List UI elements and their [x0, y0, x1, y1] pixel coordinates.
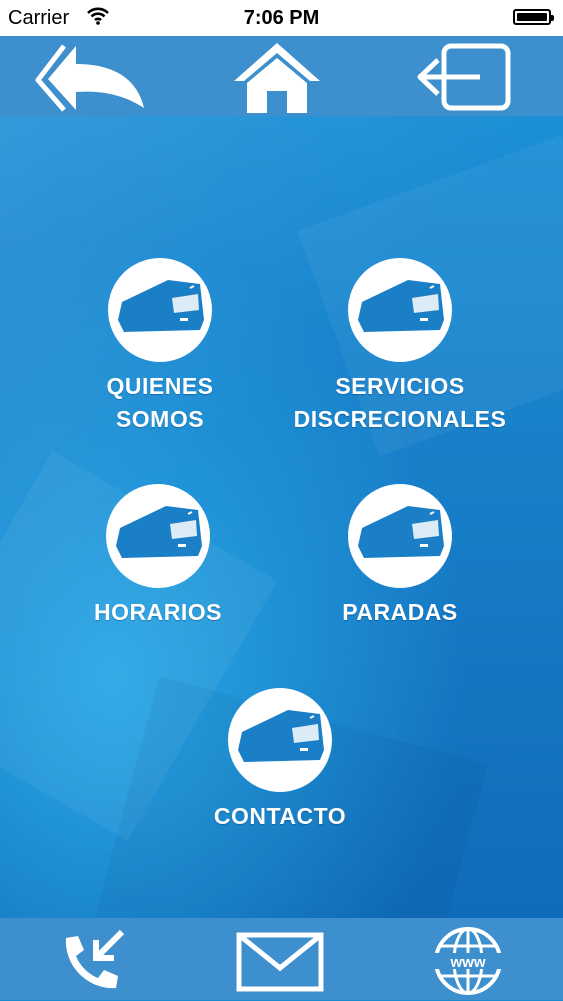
phone-call-icon — [65, 929, 125, 989]
bus-icon — [228, 688, 332, 792]
exit-icon — [417, 43, 511, 111]
menu-item-servicios-discrecionales[interactable]: SERVICIOS DISCRECIONALES — [282, 258, 518, 436]
status-bar: Carrier 7:06 PM — [0, 0, 563, 36]
menu-item-paradas[interactable]: PARADAS — [320, 484, 480, 629]
menu-label-line: PARADAS — [342, 599, 458, 625]
menu-label-line: SERVICIOS — [335, 373, 465, 399]
menu-label: QUIENES SOMOS — [80, 370, 240, 436]
menu-label: PARADAS — [320, 596, 480, 629]
menu-label-line: CONTACTO — [213, 803, 347, 829]
status-time: 7:06 PM — [243, 7, 320, 29]
battery-icon — [513, 9, 554, 25]
menu-item-horarios[interactable]: HORARIOS — [78, 484, 238, 629]
home-button[interactable] — [234, 41, 320, 113]
menu-label-line: DISCRECIONALES — [293, 406, 507, 432]
menu-label: CONTACTO — [200, 800, 360, 833]
home-icon — [234, 43, 320, 113]
bus-icon — [108, 258, 212, 362]
mail-button[interactable] — [236, 932, 324, 992]
menu-item-quienes-somos[interactable]: QUIENES SOMOS — [80, 258, 240, 436]
main-menu: QUIENES SOMOS SERVICIOS DISCRECIONALES H… — [0, 116, 563, 918]
back-button[interactable] — [34, 42, 150, 112]
bus-icon — [348, 484, 452, 588]
top-nav-bar — [0, 36, 563, 116]
web-text: www — [449, 954, 485, 971]
menu-label-line: SOMOS — [115, 406, 205, 432]
bus-icon — [106, 484, 210, 588]
menu-label: HORARIOS — [78, 596, 238, 629]
web-button[interactable]: www — [432, 926, 504, 996]
menu-label-line: HORARIOS — [94, 599, 222, 625]
globe-www-icon: www — [434, 927, 502, 995]
menu-label-line: QUIENES — [106, 373, 214, 399]
menu-label: SERVICIOS DISCRECIONALES — [282, 370, 518, 436]
mail-icon — [236, 932, 324, 992]
back-arrow-icon — [35, 44, 144, 112]
exit-button[interactable] — [414, 42, 512, 112]
menu-item-contacto[interactable]: CONTACTO — [200, 688, 360, 833]
bottom-nav-bar: www — [0, 918, 563, 1000]
bus-icon — [348, 258, 452, 362]
call-button[interactable] — [58, 928, 128, 994]
